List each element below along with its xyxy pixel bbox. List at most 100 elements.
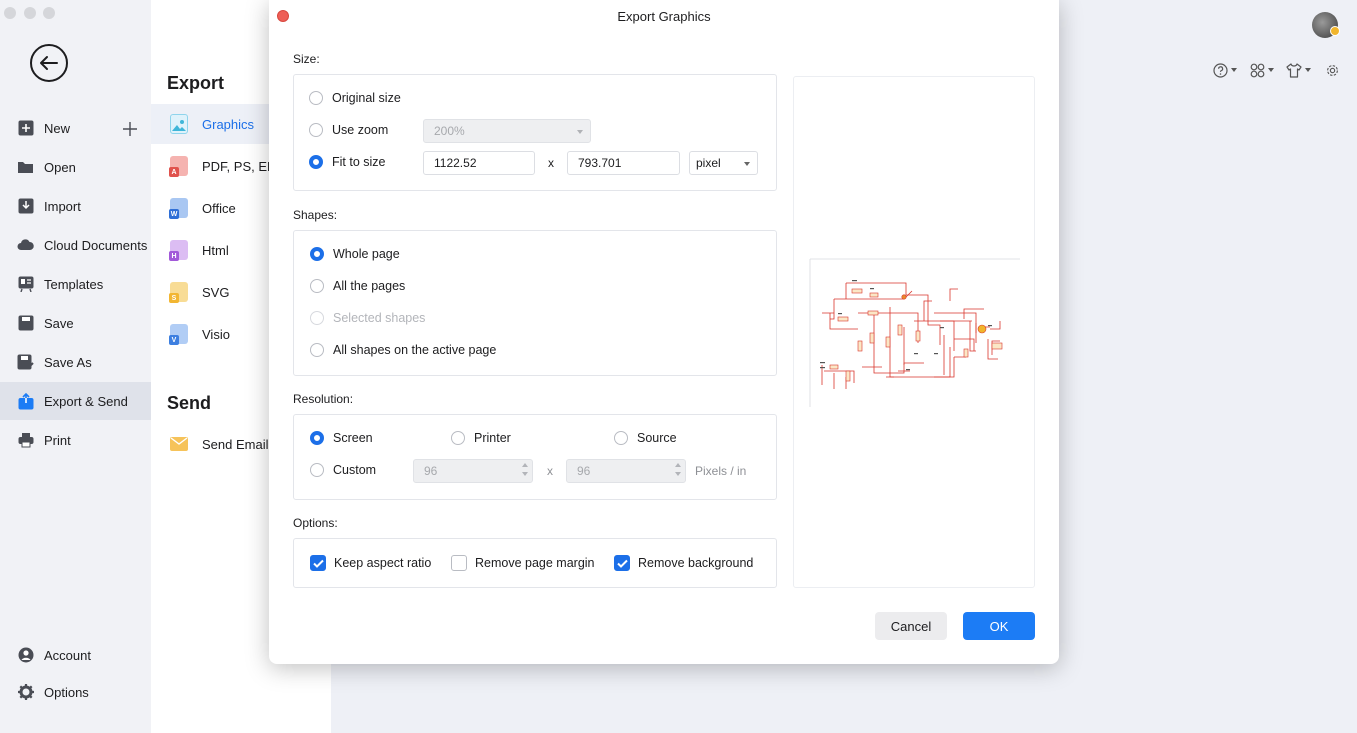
chevron-down-icon xyxy=(744,162,750,166)
export-item-label: Office xyxy=(202,200,236,216)
window-close-button[interactable] xyxy=(4,7,16,19)
zoom-value: 200% xyxy=(434,124,465,138)
sidebar-item-print[interactable]: Print xyxy=(0,421,151,459)
visio-icon: V xyxy=(169,324,188,345)
radio-active-page-shapes[interactable]: All shapes on the active page xyxy=(310,343,496,357)
avatar-badge-icon xyxy=(1330,26,1340,36)
sidebar-item-label: Save xyxy=(44,315,74,331)
save-icon xyxy=(17,315,34,332)
radio-button[interactable] xyxy=(451,431,465,445)
checkbox-keep-aspect-ratio[interactable]: Keep aspect ratio xyxy=(310,555,431,571)
sidebar-item-import[interactable]: Import xyxy=(0,187,151,225)
zoom-dropdown[interactable]: 200% xyxy=(423,119,591,143)
radio-button[interactable] xyxy=(310,431,324,445)
sidebar-item-export-send[interactable]: Export & Send xyxy=(0,382,151,420)
radio-button[interactable] xyxy=(309,91,323,105)
sidebar-item-templates[interactable]: Templates xyxy=(0,265,151,303)
circuit-diagram-preview xyxy=(809,258,1020,407)
plus-square-icon xyxy=(17,120,34,137)
export-section-title: Export xyxy=(167,73,225,93)
radio-label: Whole page xyxy=(333,247,400,261)
radio-screen[interactable]: Screen xyxy=(310,431,373,445)
cancel-button[interactable]: Cancel xyxy=(875,612,947,640)
radio-all-pages[interactable]: All the pages xyxy=(310,279,405,293)
resolution-unit: Pixels / in xyxy=(695,464,747,478)
settings-button[interactable] xyxy=(1325,62,1340,78)
sidebar-item-account[interactable]: Account xyxy=(0,636,151,674)
radio-fit-to-size[interactable]: Fit to size xyxy=(309,155,386,169)
checkmark-icon xyxy=(312,559,324,568)
sidebar-item-cloud-documents[interactable]: Cloud Documents xyxy=(0,226,151,264)
radio-use-zoom[interactable]: Use zoom xyxy=(309,123,388,137)
checkbox[interactable] xyxy=(451,555,467,571)
radio-button[interactable] xyxy=(309,155,323,169)
radio-original-size[interactable]: Original size xyxy=(309,91,401,105)
radio-printer[interactable]: Printer xyxy=(451,431,511,445)
radio-button[interactable] xyxy=(310,279,324,293)
window-minimize-button[interactable] xyxy=(24,7,36,19)
sidebar-item-save[interactable]: Save xyxy=(0,304,151,342)
resolution-height-stepper[interactable]: 96 xyxy=(566,459,686,483)
back-button[interactable] xyxy=(30,44,68,82)
radio-button[interactable] xyxy=(309,123,323,137)
import-icon xyxy=(17,198,34,215)
sidebar-item-label: Cloud Documents xyxy=(44,237,148,253)
html-badge: H xyxy=(169,251,179,261)
radio-button[interactable] xyxy=(614,431,628,445)
radio-source[interactable]: Source xyxy=(614,431,677,445)
radio-label: Custom xyxy=(333,463,377,477)
radio-button[interactable] xyxy=(310,247,324,261)
options-section-title: Options: xyxy=(293,516,338,530)
sidebar-item-label: New xyxy=(44,120,71,136)
help-menu-button[interactable] xyxy=(1213,62,1237,78)
image-icon xyxy=(170,114,188,134)
radio-button[interactable] xyxy=(310,463,324,477)
checkbox-remove-page-margin[interactable]: Remove page margin xyxy=(451,555,595,571)
sidebar-item-save-as[interactable]: Save As xyxy=(0,343,151,381)
apps-menu-button[interactable] xyxy=(1250,62,1274,78)
export-graphics-dialog: Export Graphics Size: Original size Use … xyxy=(269,0,1059,664)
height-value: 793.701 xyxy=(578,156,622,170)
sidebar-item-open[interactable]: Open xyxy=(0,148,151,186)
resolution-width-stepper[interactable]: 96 xyxy=(413,459,533,483)
height-field[interactable]: 793.701 xyxy=(567,151,680,175)
radio-custom[interactable]: Custom xyxy=(310,463,376,477)
print-icon xyxy=(17,432,34,449)
size-separator: x xyxy=(548,156,554,170)
checkbox[interactable] xyxy=(310,555,326,571)
sidebar-item-label: Templates xyxy=(44,276,104,292)
svg-icon: S xyxy=(169,282,188,303)
stepper-arrows-icon xyxy=(675,463,681,476)
radio-label: Printer xyxy=(474,431,511,445)
width-value: 1122.52 xyxy=(434,156,477,170)
resolution-section-title: Resolution: xyxy=(293,392,354,406)
export-preview xyxy=(793,76,1035,588)
resolution-width-value: 96 xyxy=(424,464,438,478)
stepper-arrows-icon xyxy=(522,463,528,476)
radio-label: Selected shapes xyxy=(333,311,426,325)
resolution-height-value: 96 xyxy=(577,464,591,478)
ok-button[interactable]: OK xyxy=(963,612,1035,640)
radio-label: Fit to size xyxy=(332,155,386,169)
unit-dropdown[interactable]: pixel xyxy=(689,151,758,175)
sidebar-item-label: Export & Send xyxy=(44,393,128,409)
sidebar-item-label: Save As xyxy=(44,354,92,370)
chevron-down-icon xyxy=(577,130,583,134)
new-plus-icon[interactable] xyxy=(122,121,138,137)
radio-whole-page[interactable]: Whole page xyxy=(310,247,400,261)
checkbox[interactable] xyxy=(614,555,630,571)
sidebar-item-options[interactable]: Options xyxy=(0,673,151,711)
radio-button[interactable] xyxy=(310,343,324,357)
theme-menu-button[interactable] xyxy=(1286,62,1311,78)
sidebar: New Open Import Cloud Documents Template… xyxy=(0,0,151,733)
chevron-down-icon xyxy=(1231,68,1237,72)
resolution-box xyxy=(293,414,777,500)
cloud-icon xyxy=(17,237,34,254)
word-icon: W xyxy=(169,198,188,219)
width-field[interactable]: 1122.52 xyxy=(423,151,535,175)
window-zoom-button[interactable] xyxy=(43,7,55,19)
checkbox-remove-background[interactable]: Remove background xyxy=(614,555,753,571)
chevron-down-icon xyxy=(1268,68,1274,72)
send-section-title: Send xyxy=(167,393,212,413)
radio-label: All shapes on the active page xyxy=(333,343,497,357)
